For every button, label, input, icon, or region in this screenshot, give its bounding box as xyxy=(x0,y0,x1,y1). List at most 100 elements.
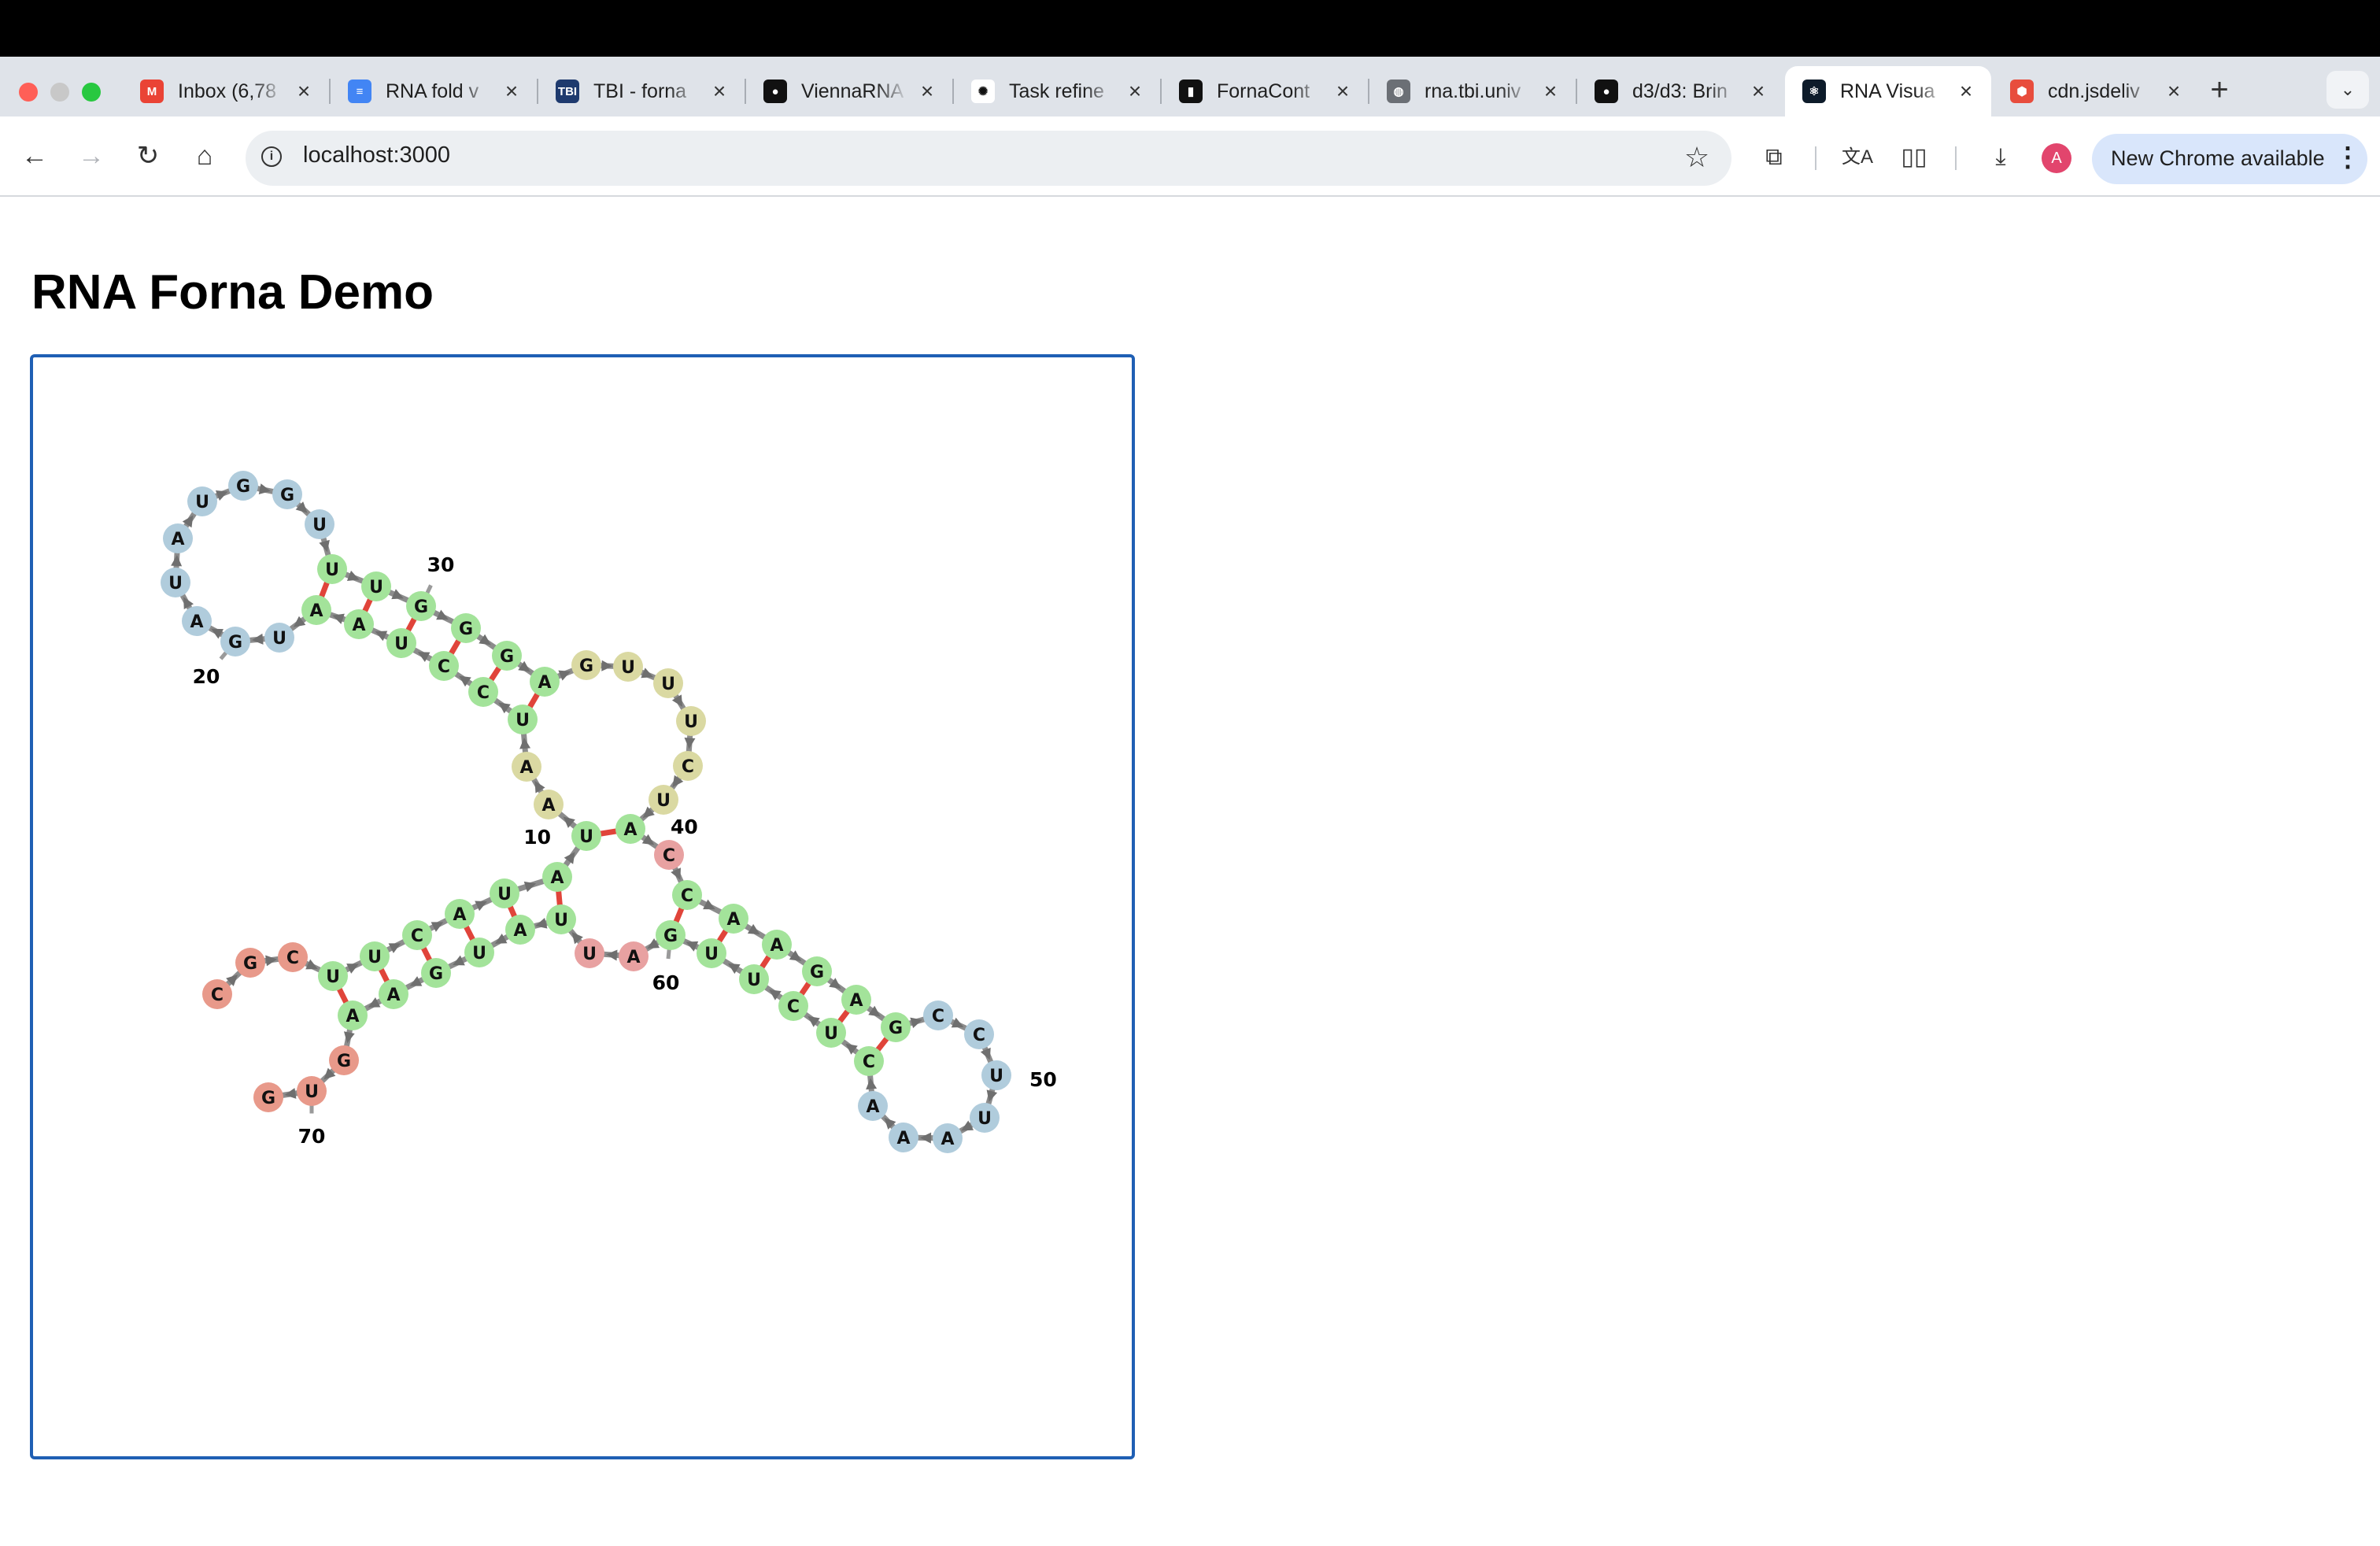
react-icon: ⚛ xyxy=(1802,80,1826,103)
nucleotide-letter: U xyxy=(582,945,597,964)
nucleotide-letter: G xyxy=(459,620,473,639)
close-tab-icon[interactable]: × xyxy=(1539,79,1561,104)
nucleotide-letter: C xyxy=(681,886,693,906)
nucleotide-letter: U xyxy=(684,712,698,732)
nucleotide-letter: C xyxy=(477,683,490,703)
close-tab-icon[interactable]: × xyxy=(1955,79,1977,104)
backbone-arrow xyxy=(866,1078,878,1090)
update-chrome-label: New Chrome available xyxy=(2111,146,2325,170)
close-tab-icon[interactable]: × xyxy=(1332,79,1354,104)
nucleotide-letter: G xyxy=(579,656,593,676)
nucleotide-letter: A xyxy=(352,616,365,635)
tab-7[interactable]: ◍ rna.tbi.univ × xyxy=(1369,66,1576,117)
nucleotide-letter: U xyxy=(978,1109,992,1129)
rna-structure-diagram[interactable]: CG CUUCAUAUAAUCCUAAUGAUAUG GUUUGGGAG UUUCUA… xyxy=(0,0,1133,1181)
backbone-arrow xyxy=(519,738,531,749)
chevron-down-icon: ⌄ xyxy=(2340,80,2356,99)
nucleotide-letter: C xyxy=(682,757,694,777)
nucleotide-letter: A xyxy=(171,530,184,549)
nucleotide-letter: C xyxy=(286,949,299,968)
nucleotide-letter: G xyxy=(889,1019,903,1038)
globe-icon: ◍ xyxy=(1387,80,1410,103)
nucleotide-letter: C xyxy=(787,997,800,1017)
nucleotide-letter: U xyxy=(704,945,719,964)
tab-6[interactable]: ▮ FornaCont × xyxy=(1162,66,1368,117)
tab-search-button[interactable]: ⌄ xyxy=(2326,71,2369,109)
jsdelivr-icon: ⬢ xyxy=(2010,80,2034,103)
nucleotide-letter: A xyxy=(309,601,323,621)
nucleotide-letter: U xyxy=(579,827,593,847)
position-label: 10 xyxy=(523,826,551,849)
position-label: 60 xyxy=(652,971,680,994)
close-tab-icon[interactable]: × xyxy=(2163,79,2185,104)
tab-title: cdn.jsdeliv xyxy=(2048,80,2140,102)
nucleotide-letter: C xyxy=(663,846,675,866)
nucleotide-letter: G xyxy=(280,486,294,505)
tab-9[interactable]: ⚛ RNA Visua × xyxy=(1785,66,1991,117)
download-icon[interactable]: ⤓ xyxy=(1983,140,2018,175)
extensions-icon[interactable]: ⧉ xyxy=(1757,140,1791,175)
close-tab-icon[interactable]: × xyxy=(1747,79,1769,104)
nucleotide-letter: A xyxy=(866,1097,879,1117)
nucleotide-letter: U xyxy=(661,675,675,694)
github-icon: ● xyxy=(1595,80,1618,103)
tab-title: FornaCont xyxy=(1217,80,1310,102)
tab-8[interactable]: ● d3/d3: Brin × xyxy=(1577,66,1783,117)
nucleotide-letter: G xyxy=(243,954,257,974)
nucleotide-letter: C xyxy=(438,657,450,677)
position-label: 40 xyxy=(671,816,698,838)
nucleotide-letter: A xyxy=(626,948,640,967)
nucleotide-letter: U xyxy=(168,574,183,594)
nucleotide-letter: A xyxy=(453,905,466,925)
nucleotide-letter: U xyxy=(497,885,512,904)
nucleotide-letter: A xyxy=(550,868,564,888)
nucleotide-letter: U xyxy=(621,658,635,678)
nucleotide-letter: A xyxy=(623,820,637,840)
nucleotide-letter: C xyxy=(411,926,423,946)
nucleotide-letter: U xyxy=(325,560,339,580)
tab-title: rna.tbi.univ xyxy=(1425,80,1521,102)
nucleotide-letter: U xyxy=(368,948,382,967)
nucleotide-letter: G xyxy=(500,647,514,667)
reading-mode-icon[interactable]: ▯▯ xyxy=(1897,140,1931,175)
nucleotide-letter: G xyxy=(228,633,242,653)
nucleotide-letter: U xyxy=(472,944,486,963)
backbone-arrow xyxy=(684,738,696,749)
position-label: 50 xyxy=(1029,1068,1057,1091)
nucleotide-letter: A xyxy=(726,910,740,930)
nucleotide-letter: G xyxy=(236,477,250,497)
position-label: 30 xyxy=(427,553,455,576)
bookmark-star-icon[interactable]: ☆ xyxy=(1681,140,1713,175)
nucleotide-letter: U xyxy=(516,711,530,730)
nucleotide-letter: G xyxy=(261,1089,275,1108)
nucleotide-letter: U xyxy=(989,1067,1003,1086)
nucleotide-letter: A xyxy=(896,1129,910,1148)
more-menu-icon[interactable]: ⋮ xyxy=(2334,140,2361,175)
nucleotide-letter: U xyxy=(326,967,340,987)
nucleotide-letter: G xyxy=(414,597,428,617)
translate-icon[interactable]: 文A xyxy=(1840,140,1875,175)
nucleotide-letter: G xyxy=(429,964,443,984)
new-tab-button[interactable]: + xyxy=(2204,72,2235,107)
nucleotide-letter: A xyxy=(849,991,863,1011)
nucleotide-letter: G xyxy=(663,926,678,946)
profile-avatar[interactable]: A xyxy=(2042,143,2071,173)
nucleotide-letter: A xyxy=(190,612,203,632)
tab-10[interactable]: ⬢ cdn.jsdeliv × xyxy=(1993,66,2199,117)
position-label: 20 xyxy=(193,665,220,688)
nucleotide-letter: A xyxy=(770,936,783,956)
nucleotide-letter: U xyxy=(747,971,761,990)
nucleotide-letter: G xyxy=(810,963,824,982)
nucleotide-letter: U xyxy=(394,634,408,654)
nucleotide-letter: U xyxy=(305,1082,319,1102)
nucleotide-letter: U xyxy=(824,1024,838,1044)
backbone-arrow xyxy=(171,555,183,567)
backbone-arrow xyxy=(920,1132,932,1144)
nucleotide-letter: A xyxy=(519,758,533,778)
nucleotide-letter: C xyxy=(211,986,224,1005)
nucleotide-letter: A xyxy=(386,986,400,1005)
nucleotide-letter: C xyxy=(932,1007,944,1026)
nucleotide-letter: A xyxy=(538,673,551,693)
nucleotide-letter: G xyxy=(337,1052,351,1071)
tab-title: RNA Visua xyxy=(1840,80,1935,102)
